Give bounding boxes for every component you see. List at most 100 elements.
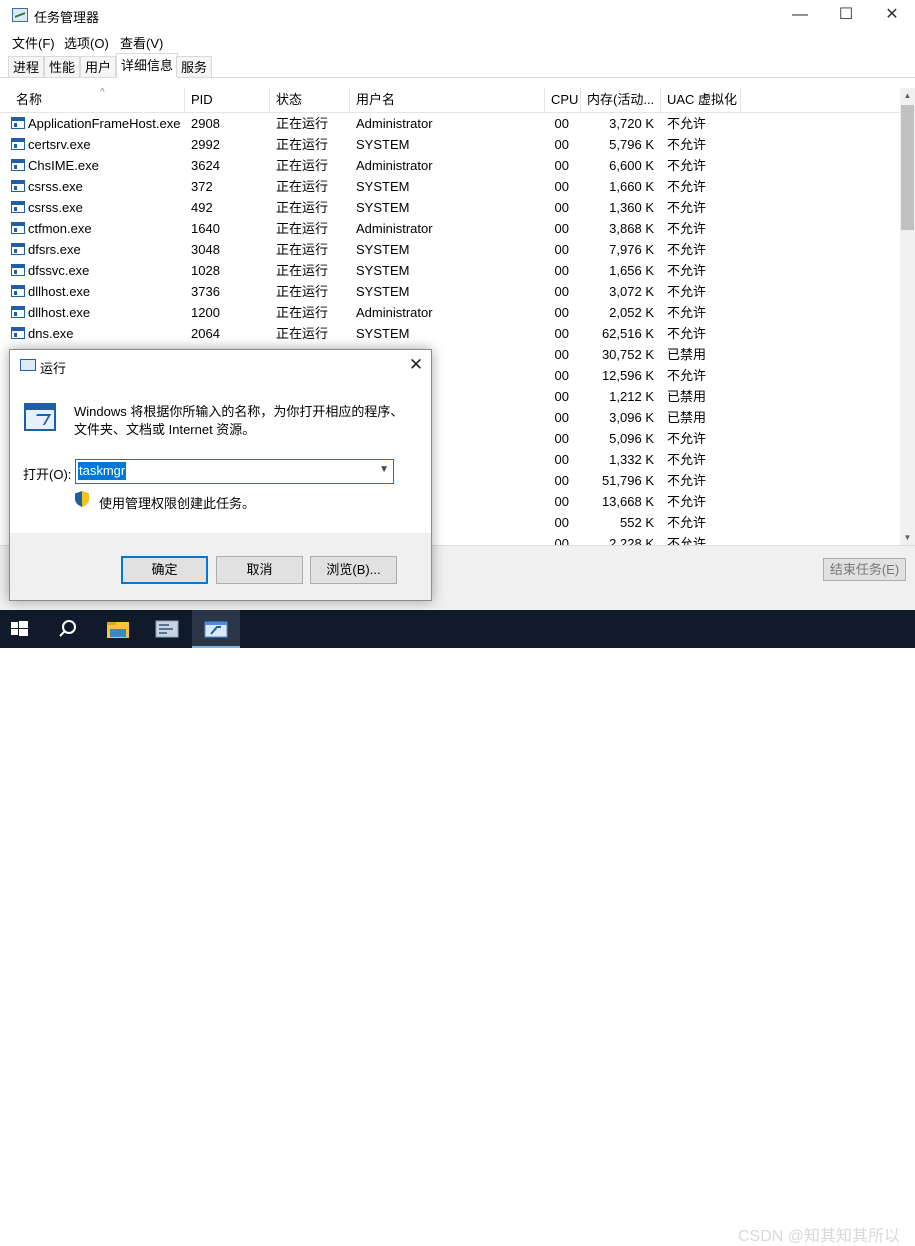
open-label: 打开(O):: [23, 467, 72, 482]
cell-memory: 12,596 K: [601, 368, 654, 383]
cell-cpu: 00: [554, 473, 569, 488]
table-row[interactable]: csrss.exe 492 正在运行 SYSTEM 00 1,360 K 不允许: [0, 197, 900, 218]
cell-username: Administrator: [356, 305, 433, 320]
table-row[interactable]: dns.exe 2064 正在运行 SYSTEM 00 62,516 K 不允许: [0, 323, 900, 344]
table-row[interactable]: ApplicationFrameHost.exe 2908 正在运行 Administ…: [0, 113, 900, 134]
search-button[interactable]: [44, 610, 92, 648]
run-close-button[interactable]: ✕: [403, 352, 429, 378]
cell-username: SYSTEM: [356, 263, 410, 278]
tab-processes[interactable]: 进程: [8, 56, 45, 77]
cell-cpu: 00: [554, 452, 569, 467]
server-manager-icon: [155, 620, 179, 638]
cell-uac: 不允许: [667, 137, 707, 152]
column-pid[interactable]: PID: [185, 88, 270, 113]
process-icon: [11, 222, 25, 234]
cell-cpu: 00: [554, 305, 569, 320]
cell-uac: 不允许: [667, 305, 707, 320]
cell-name: dfssvc.exe: [28, 263, 90, 278]
cell-name: dns.exe: [28, 326, 74, 341]
minimize-button[interactable]: —: [777, 0, 823, 30]
scroll-up-icon[interactable]: ▲: [900, 88, 915, 103]
tab-details[interactable]: 详细信息: [116, 53, 179, 78]
cell-cpu: 00: [554, 221, 569, 236]
server-manager-button[interactable]: [143, 610, 191, 648]
cell-name: ApplicationFrameHost.exe: [28, 116, 181, 131]
table-row[interactable]: ctfmon.exe 1640 正在运行 Administrator 00 3,868 K…: [0, 218, 900, 239]
chevron-down-icon[interactable]: ▼: [379, 464, 389, 475]
process-icon: [11, 243, 25, 255]
tab-performance[interactable]: 性能: [44, 56, 81, 77]
tab-services[interactable]: 服务: [176, 56, 213, 77]
cell-cpu: 00: [554, 389, 569, 404]
scroll-down-icon[interactable]: ▼: [900, 530, 915, 545]
column-cpu[interactable]: CPU: [545, 88, 581, 113]
table-header: ^ 名称 PID 状态 用户名 CPU 内存(活动... UAC 虚拟化: [0, 88, 900, 113]
close-button[interactable]: ✕: [869, 0, 915, 30]
table-row[interactable]: ChsIME.exe 3624 正在运行 Administrator 00 6,600 K…: [0, 155, 900, 176]
run-dialog-footer: 确定 取消 浏览(B)...: [10, 533, 431, 600]
cell-status: 正在运行: [276, 326, 329, 341]
cell-memory: 62,516 K: [601, 326, 654, 341]
ok-button[interactable]: 确定: [121, 556, 208, 584]
cell-pid: 2908: [191, 116, 220, 131]
title-bar[interactable]: 任务管理器 — ☐ ✕: [0, 0, 915, 30]
cancel-button[interactable]: 取消: [216, 556, 303, 584]
cell-name: csrss.exe: [28, 179, 83, 194]
cell-cpu: 00: [554, 242, 569, 257]
cell-uac: 不允许: [667, 284, 707, 299]
cell-cpu: 00: [554, 410, 569, 425]
cell-cpu: 00: [554, 536, 569, 545]
uac-shield-icon: [75, 491, 89, 507]
cell-status: 正在运行: [276, 221, 329, 236]
run-taskbar-button[interactable]: [192, 610, 240, 648]
table-row[interactable]: dfsrs.exe 3048 正在运行 SYSTEM 00 7,976 K 不允许: [0, 239, 900, 260]
cell-uac: 不允许: [667, 242, 707, 257]
cell-cpu: 00: [554, 431, 569, 446]
table-row[interactable]: dfssvc.exe 1028 正在运行 SYSTEM 00 1,656 K 不允许: [0, 260, 900, 281]
tab-strip: 进程 性能 用户 详细信息 服务: [0, 52, 915, 78]
browse-button[interactable]: 浏览(B)...: [310, 556, 397, 584]
cell-pid: 3736: [191, 284, 220, 299]
cell-cpu: 00: [554, 326, 569, 341]
vertical-scrollbar[interactable]: ▲ ▼: [900, 88, 915, 545]
cell-memory: 3,868 K: [609, 221, 654, 236]
process-icon: [11, 117, 25, 129]
cell-status: 正在运行: [276, 158, 329, 173]
column-username[interactable]: 用户名: [350, 88, 545, 113]
menu-view[interactable]: 查看(V): [120, 33, 163, 52]
cell-name: dfsrs.exe: [28, 242, 81, 257]
cell-username: SYSTEM: [356, 200, 410, 215]
end-task-button[interactable]: 结束任务(E): [823, 558, 906, 581]
column-status[interactable]: 状态: [270, 88, 350, 113]
scroll-thumb[interactable]: [901, 105, 914, 230]
cell-uac: 不允许: [667, 431, 707, 446]
run-icon: [20, 359, 36, 371]
search-icon: [59, 620, 76, 637]
cell-status: 正在运行: [276, 242, 329, 257]
start-button[interactable]: [0, 610, 48, 648]
menu-options[interactable]: 选项(O): [64, 33, 109, 52]
table-row[interactable]: dllhost.exe 3736 正在运行 SYSTEM 00 3,072 K 不允许: [0, 281, 900, 302]
open-combobox[interactable]: taskmgr ▼: [75, 459, 394, 484]
cell-uac: 已禁用: [667, 389, 707, 404]
column-name[interactable]: ^ 名称: [10, 88, 185, 113]
cell-pid: 492: [191, 200, 213, 215]
run-description: Windows 将根据你所输入的名称，为你打开相应的程序、文件夹、文档或 Int…: [74, 404, 404, 437]
cell-memory: 13,668 K: [601, 494, 654, 509]
table-row[interactable]: dllhost.exe 1200 正在运行 Administrator 00 2,052 …: [0, 302, 900, 323]
menu-file[interactable]: 文件(F): [12, 33, 55, 52]
column-uac[interactable]: UAC 虚拟化: [661, 88, 741, 113]
column-memory[interactable]: 内存(活动...: [581, 88, 661, 113]
table-row[interactable]: csrss.exe 372 正在运行 SYSTEM 00 1,660 K 不允许: [0, 176, 900, 197]
cell-username: SYSTEM: [356, 284, 410, 299]
cell-cpu: 00: [554, 368, 569, 383]
run-dialog-title: 运行: [40, 361, 67, 376]
open-input-value[interactable]: taskmgr: [78, 462, 127, 480]
tab-users[interactable]: 用户: [80, 56, 117, 77]
cell-memory: 3,072 K: [609, 284, 654, 299]
cell-memory: 1,660 K: [609, 179, 654, 194]
cell-username: SYSTEM: [356, 137, 410, 152]
table-row[interactable]: certsrv.exe 2992 正在运行 SYSTEM 00 5,796 K 不允许: [0, 134, 900, 155]
maximize-button[interactable]: ☐: [823, 0, 869, 30]
file-explorer-button[interactable]: [94, 610, 142, 648]
